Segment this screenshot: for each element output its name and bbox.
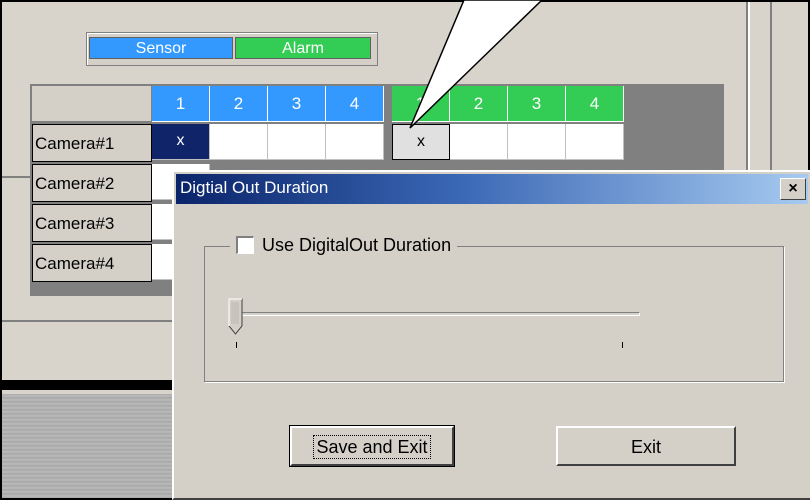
- header-sensor-1[interactable]: 1: [152, 86, 210, 122]
- exit-button[interactable]: Exit: [556, 426, 736, 466]
- exit-label: Exit: [630, 437, 661, 457]
- header-alarm-2[interactable]: 2: [450, 86, 508, 122]
- row-label-camera-3: Camera#3: [32, 204, 152, 242]
- grid-cell[interactable]: x: [152, 124, 210, 160]
- tab-alarm[interactable]: Alarm: [235, 37, 371, 59]
- header-sensor-3[interactable]: 3: [268, 86, 326, 122]
- preview-area: [2, 394, 182, 498]
- grid-cell[interactable]: [210, 124, 268, 160]
- grid-cell[interactable]: [450, 124, 508, 160]
- mode-tab-group: Sensor Alarm: [86, 32, 378, 66]
- use-duration-checkbox-row[interactable]: Use DigitalOut Duration: [230, 230, 458, 260]
- header-alarm-4[interactable]: 4: [566, 86, 624, 122]
- slider-tick: [622, 342, 623, 348]
- panel-divider: [748, 2, 750, 177]
- use-duration-label: Use DigitalOut Duration: [262, 234, 452, 255]
- grid-cell[interactable]: [326, 124, 384, 160]
- dialog-titlebar[interactable]: Digtial Out Duration ×: [176, 174, 808, 204]
- header-sensor-4[interactable]: 4: [326, 86, 384, 122]
- grid-cell[interactable]: [268, 124, 326, 160]
- header-sensor-2[interactable]: 2: [210, 86, 268, 122]
- slider-tick: [236, 342, 237, 348]
- row-label-camera-4: Camera#4: [32, 244, 152, 282]
- close-icon: ×: [788, 180, 798, 197]
- grid-cell[interactable]: [508, 124, 566, 160]
- header-alarm-3[interactable]: 3: [508, 86, 566, 122]
- duration-slider-thumb[interactable]: [228, 298, 244, 336]
- close-button[interactable]: ×: [780, 178, 806, 200]
- panel-divider: [770, 2, 772, 177]
- tab-sensor[interactable]: Sensor: [89, 37, 233, 59]
- header-alarm-1[interactable]: 1: [392, 86, 450, 122]
- grid-cell[interactable]: [566, 124, 624, 160]
- panel-divider: [2, 320, 182, 322]
- grid-cell[interactable]: x: [392, 124, 450, 160]
- duration-slider-track[interactable]: [240, 312, 640, 316]
- use-duration-checkbox[interactable]: [236, 236, 254, 254]
- save-and-exit-button[interactable]: Save and Exit: [289, 425, 455, 467]
- dialog-title: Digtial Out Duration: [180, 178, 329, 197]
- digital-out-duration-dialog: Digtial Out Duration × Use DigitalOut Du…: [172, 170, 810, 500]
- grid-corner: [32, 86, 152, 122]
- row-label-camera-2: Camera#2: [32, 164, 152, 202]
- row-label-camera-1: Camera#1: [32, 124, 152, 162]
- black-bar: [2, 380, 182, 390]
- save-and-exit-label: Save and Exit: [313, 435, 431, 459]
